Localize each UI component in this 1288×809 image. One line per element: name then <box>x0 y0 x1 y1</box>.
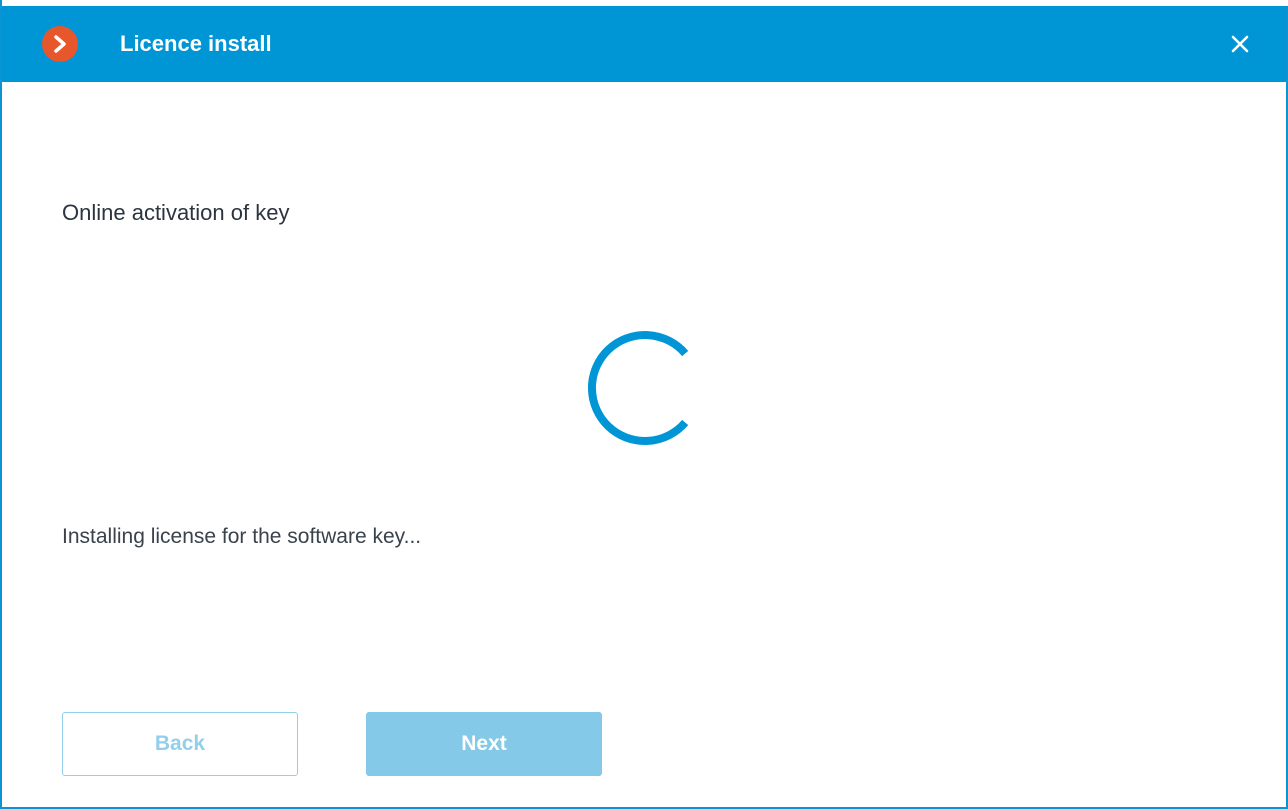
window-title: Licence install <box>120 31 272 56</box>
close-button[interactable] <box>1224 28 1256 60</box>
status-message: Installing license for the software key.… <box>62 525 422 548</box>
page-heading: Online activation of key <box>62 200 290 225</box>
licence-install-dialog: Licence install Online activation of key… <box>0 0 1288 809</box>
loading-spinner-icon <box>588 331 689 445</box>
close-icon <box>1231 35 1249 53</box>
chevron-right-icon <box>54 35 66 53</box>
next-button[interactable]: Next <box>366 712 602 776</box>
back-button[interactable]: Back <box>62 712 298 776</box>
title-bar: Licence install <box>2 6 1286 82</box>
app-logo-icon <box>42 26 78 62</box>
